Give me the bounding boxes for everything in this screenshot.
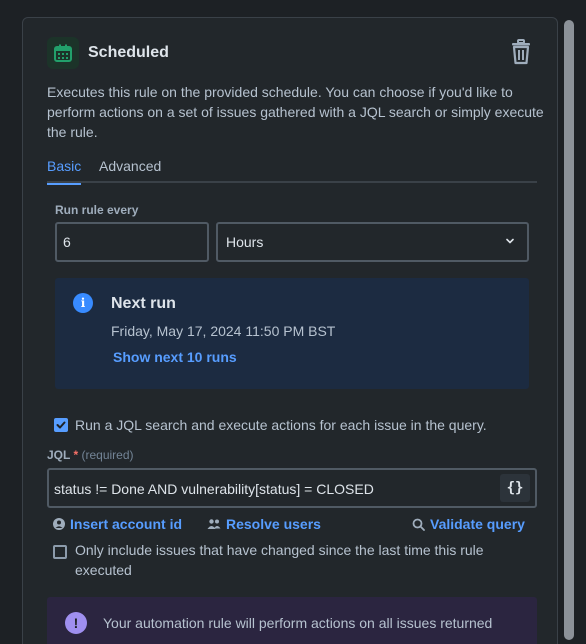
- tab-basic[interactable]: Basic: [47, 158, 82, 185]
- tab-advanced[interactable]: Advanced: [99, 158, 161, 183]
- insert-account-id-label: Insert account id: [70, 516, 183, 532]
- users-icon: [207, 519, 221, 529]
- interval-unit-select[interactable]: Hours: [216, 222, 529, 262]
- show-next-runs-link[interactable]: Show next 10 runs: [113, 349, 237, 365]
- tab-bar: Basic Advanced: [47, 158, 537, 185]
- validate-query-button[interactable]: Validate query: [412, 516, 525, 532]
- next-run-title: Next run: [111, 295, 176, 312]
- jql-search-label: Run a JQL search and execute actions for…: [75, 417, 487, 433]
- jql-label-text: JQL: [47, 448, 71, 462]
- next-run-panel: i Next run Friday, May 17, 2024 11:50 PM…: [55, 278, 529, 389]
- interval-input[interactable]: 6: [55, 222, 209, 262]
- next-run-date: Friday, May 17, 2024 11:50 PM BST: [111, 323, 336, 339]
- run-rule-label: Run rule every: [55, 203, 139, 217]
- required-star: *: [73, 448, 79, 462]
- jql-label: JQL * (required): [47, 448, 134, 462]
- trigger-title: Scheduled: [88, 44, 169, 61]
- changed-only-label: Only include issues that have changed si…: [75, 542, 484, 578]
- interval-unit-value: Hours: [226, 234, 264, 250]
- scrollbar-thumb[interactable]: [564, 20, 574, 640]
- info-icon: i: [73, 293, 93, 313]
- search-icon: [412, 518, 425, 531]
- chevron-down-icon: [506, 238, 514, 244]
- checkmark-icon: [56, 421, 66, 429]
- warning-text: Your automation rule will perform action…: [103, 615, 493, 631]
- insert-account-id-button[interactable]: Insert account id: [53, 516, 182, 532]
- calendar-icon: [47, 37, 79, 69]
- warning-panel: ! Your automation rule will perform acti…: [47, 597, 537, 644]
- exclamation-icon: !: [65, 612, 87, 634]
- user-circle-icon: [53, 518, 65, 530]
- trigger-description: Executes this rule on the provided sched…: [47, 84, 544, 140]
- trash-icon[interactable]: [509, 39, 533, 65]
- required-text: (required): [81, 448, 134, 462]
- scheduled-trigger-panel: Scheduled Executes this rule on the prov…: [22, 17, 558, 644]
- braces-icon[interactable]: {}: [500, 474, 530, 502]
- validate-query-label: Validate query: [430, 516, 525, 532]
- changed-only-checkbox[interactable]: [53, 545, 67, 559]
- resolve-users-button[interactable]: Resolve users: [207, 516, 321, 532]
- jql-search-checkbox[interactable]: [54, 418, 68, 432]
- resolve-users-label: Resolve users: [226, 516, 321, 532]
- jql-input[interactable]: status != Done AND vulnerability[status]…: [47, 468, 537, 508]
